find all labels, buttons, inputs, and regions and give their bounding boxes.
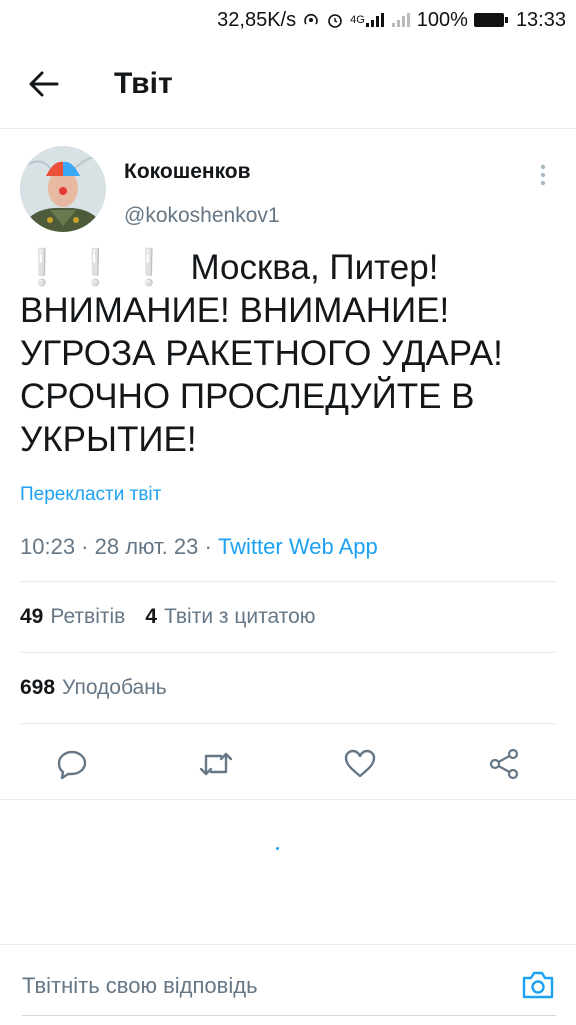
back-button[interactable] xyxy=(20,60,68,108)
reply-underline xyxy=(22,1015,556,1016)
reply-icon xyxy=(57,750,87,780)
alarm-icon xyxy=(326,11,344,29)
translate-tweet-link[interactable]: Перекласти твіт xyxy=(20,484,161,506)
signal-icon: 4G xyxy=(350,12,385,28)
divider xyxy=(0,799,576,800)
likes-stats: 698 Уподобань xyxy=(20,676,187,700)
reply-bar: Твітніть свою відповідь xyxy=(0,944,576,1025)
divider xyxy=(20,652,556,653)
retweet-button[interactable] xyxy=(196,744,236,784)
signal-icon-secondary xyxy=(391,12,411,28)
author-name[interactable]: Кокошенков xyxy=(124,160,280,184)
tweet-timestamp: 10:23 · 28 лют. 23 · xyxy=(20,534,218,559)
reply-button[interactable] xyxy=(52,744,92,784)
battery-percent: 100% xyxy=(416,8,468,31)
retweets-stat[interactable]: 49 Ретвітів xyxy=(20,605,125,629)
more-options-button[interactable] xyxy=(528,160,558,190)
clock: 13:33 xyxy=(515,8,566,31)
retweets-label: Ретвітів xyxy=(50,605,126,628)
tweet-text: ❕❕❕ Москва, Питер! ВНИМАНИЕ! ВНИМАНИЕ! У… xyxy=(20,246,550,461)
exclamation-emoji: ❕❕❕ xyxy=(20,248,181,287)
loading-indicator xyxy=(276,847,279,850)
quotes-label: Твіти з цитатою xyxy=(164,605,316,628)
retweet-icon xyxy=(199,752,233,776)
divider xyxy=(20,723,556,724)
share-button[interactable] xyxy=(484,744,524,784)
divider xyxy=(20,581,556,582)
likes-label: Уподобань xyxy=(62,676,167,699)
camera-icon xyxy=(522,971,554,999)
tweet-actions xyxy=(0,736,576,788)
like-button[interactable] xyxy=(340,744,380,784)
camera-button[interactable] xyxy=(520,967,556,1003)
hotspot-icon xyxy=(302,11,320,29)
likes-count: 698 xyxy=(20,676,56,699)
tweet-meta: 10:23 · 28 лют. 23 · Twitter Web App xyxy=(20,534,378,560)
likes-stat[interactable]: 698 Уподобань xyxy=(20,676,167,700)
avatar[interactable] xyxy=(20,146,106,232)
author-handle[interactable]: @kokoshenkov1 xyxy=(124,204,280,228)
reply-input[interactable]: Твітніть свою відповідь xyxy=(22,973,258,999)
retweets-count: 49 xyxy=(20,605,44,628)
page-title: Твіт xyxy=(114,67,173,100)
network-type: 4G xyxy=(350,14,365,26)
battery-icon xyxy=(473,13,508,27)
heart-icon xyxy=(344,749,376,778)
avatar-image xyxy=(20,146,106,232)
arrow-left-icon xyxy=(29,71,59,97)
quotes-count: 4 xyxy=(145,605,157,628)
header: Твіт xyxy=(0,40,576,129)
more-vertical-icon xyxy=(540,164,546,186)
quotes-stat[interactable]: 4 Твіти з цитатою xyxy=(145,605,315,629)
tweet-author: Кокошенков @kokoshenkov1 xyxy=(20,146,280,232)
status-bar: 32,85K/s 4G 100% 13:33 xyxy=(0,0,576,40)
share-icon xyxy=(489,748,519,780)
network-speed: 32,85K/s xyxy=(217,8,297,31)
tweet-source[interactable]: Twitter Web App xyxy=(218,534,378,559)
engagement-stats: 49 Ретвітів 4 Твіти з цитатою xyxy=(20,605,336,629)
